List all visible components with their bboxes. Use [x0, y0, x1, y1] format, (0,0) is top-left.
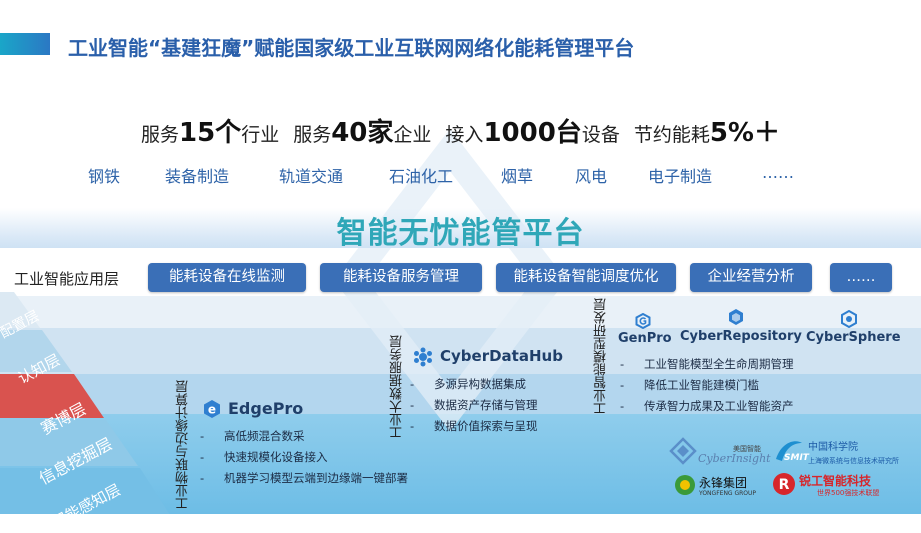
cyberdatahub-name: CyberDataHub	[440, 347, 563, 365]
bigdata-bullet-1: - 多源异构数据集成	[410, 377, 526, 391]
cyberrepository-name: CyberRepository	[680, 329, 802, 344]
stat-devices-suffix: 设备	[581, 124, 620, 146]
edge-bullet-2: - 快速规模化设备接入	[200, 450, 328, 464]
yongfeng-cn: 永锋集团	[699, 476, 748, 490]
app-button-monitoring[interactable]: 能耗设备在线监测	[148, 263, 306, 292]
edge-bullet-1-text: 高低频混合数采	[224, 429, 305, 443]
industry-steel: 钢铁	[88, 167, 121, 186]
model-bullet-3-text: 传承智力成果及工业智能资产	[644, 399, 794, 413]
edge-layer-label: 工业物联与边缘计算层	[176, 380, 191, 510]
stat-industries-prefix: 服务	[140, 124, 179, 146]
industry-petrochem: 石油化工	[389, 167, 454, 186]
edgepro-logo-icon: e	[204, 400, 220, 418]
stat-devices-value: 1000台	[483, 118, 582, 148]
cyberdatahub-logo-icon	[414, 347, 432, 367]
bigdata-layer-label: 工业大数据服务层	[390, 335, 405, 439]
industry-equipment: 装备制造	[165, 167, 230, 186]
cyberrepository-logo-icon	[729, 309, 743, 325]
stat-industries-value: 15个	[179, 118, 242, 148]
bigdata-bullet-2: - 数据资产存储与管理	[410, 398, 538, 412]
edge-bullet-3: - 机器学习模型云端到边缘端一键部署	[200, 471, 408, 485]
industry-more: ……	[762, 163, 794, 182]
smit-abbr: SMIT	[784, 453, 809, 463]
bigdata-bullet-3: - 数据价值探索与呈现	[410, 419, 538, 433]
app-button-analysis[interactable]: 企业经营分析	[690, 263, 812, 292]
industry-rail: 轨道交通	[279, 167, 344, 186]
smit-subtitle: 上海微系统与信息技术研究所	[808, 457, 899, 465]
model-bullet-2-text: 降低工业智能建模门槛	[644, 378, 759, 392]
app-button-service[interactable]: 能耗设备服务管理	[320, 263, 482, 292]
edge-bullet-3-text: 机器学习模型云端到边缘端一键部署	[224, 471, 408, 485]
cyberinsight-logo-icon	[669, 437, 697, 465]
page-title: 工业智能“基建狂魔”赋能国家级工业互联网网络化能耗管理平台	[68, 36, 635, 60]
genpro-name: GenPro	[618, 331, 672, 346]
ruigong-cn: 锐工智能科技	[799, 474, 872, 488]
cybersphere-name: CyberSphere	[806, 330, 901, 345]
ruigong-subtitle: 世界500强技术联盟	[817, 489, 880, 497]
svg-text:R: R	[779, 477, 790, 493]
title-accent-bar	[0, 33, 50, 55]
stat-companies-prefix: 服务	[293, 124, 332, 146]
platform-title: 智能无忧能管平台	[336, 216, 585, 251]
stat-companies-value: 40家	[331, 118, 394, 148]
model-bullet-1: - 工业智能模型全生命周期管理	[620, 357, 794, 371]
yongfeng-en: YONGFENG GROUP	[699, 490, 757, 497]
bigdata-bullet-3-text: 数据价值探索与呈现	[434, 419, 538, 433]
cyberinsight-name: CyberInsight	[698, 452, 771, 465]
cybersphere-logo-icon	[841, 310, 857, 328]
stat-energy-prefix: 节约能耗	[633, 124, 710, 146]
app-button-more[interactable]: ……	[830, 263, 892, 292]
svg-text:e: e	[208, 403, 216, 417]
model-bullet-2: - 降低工业智能建模门槛	[620, 378, 759, 392]
stat-devices-prefix: 接入	[445, 124, 484, 146]
ruigong-logo-icon: R	[773, 473, 795, 495]
industry-electronics: 电子制造	[648, 167, 713, 186]
app-layer-label: 工业智能应用层	[14, 270, 120, 288]
model-bullet-1-text: 工业智能模型全生命周期管理	[644, 357, 794, 371]
genpro-logo-icon	[635, 313, 651, 329]
smit-cn: 中国科学院	[808, 442, 858, 453]
edgepro-name: EdgePro	[228, 399, 304, 418]
bigdata-bullet-1-text: 多源异构数据集成	[434, 377, 526, 391]
yongfeng-logo-icon	[675, 475, 695, 495]
stats-row: 服务15个行业 服务40家企业 接入1000台设备 节约能耗5%＋	[0, 112, 921, 149]
stat-energy-value: 5%＋	[709, 118, 780, 148]
bigdata-bullet-2-text: 数据资产存储与管理	[434, 398, 538, 412]
industry-tobacco: 烟草	[501, 167, 534, 186]
stat-companies-suffix: 企业	[393, 124, 432, 146]
industry-wind: 风电	[575, 167, 608, 186]
stat-industries-suffix: 行业	[241, 124, 280, 146]
bottom-edge	[0, 514, 921, 518]
model-layer-label: 工业智能模型研发层	[594, 298, 609, 415]
model-bullet-3: - 传承智力成果及工业智能资产	[620, 399, 794, 413]
edge-bullet-2-text: 快速规模化设备接入	[224, 450, 328, 464]
edge-bullet-1: - 高低频混合数采	[200, 429, 305, 443]
app-button-scheduling[interactable]: 能耗设备智能调度优化	[496, 263, 676, 292]
